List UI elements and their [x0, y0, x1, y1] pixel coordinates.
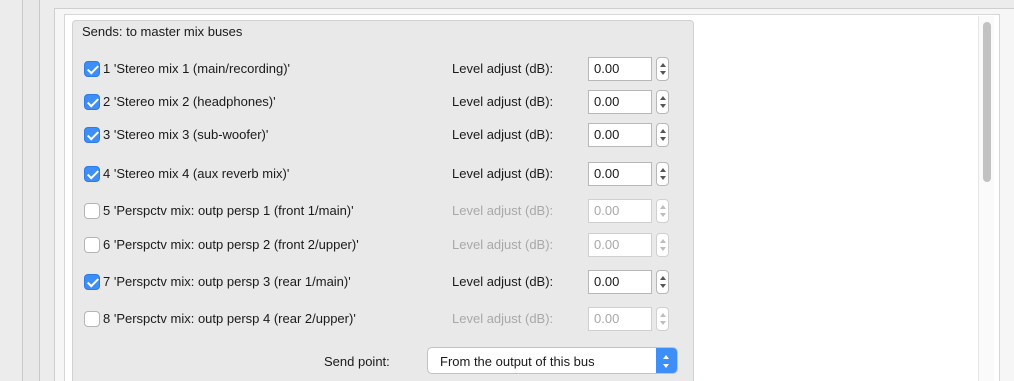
level-stepper[interactable] — [656, 123, 669, 147]
chevron-updown-icon[interactable] — [656, 348, 677, 373]
level-adjust-label: Level adjust (dB): — [452, 237, 554, 252]
send-row: 4 'Stereo mix 4 (aux reverb mix)' Level … — [84, 162, 684, 186]
left-sidebar-rail — [22, 0, 40, 381]
level-stepper[interactable] — [656, 57, 669, 81]
level-adjust-label: Level adjust (dB): — [452, 274, 554, 289]
send-point-label: Send point: — [324, 354, 390, 369]
level-adjust-label: Level adjust (dB): — [452, 311, 554, 326]
sends-group-title: Sends: to master mix buses — [82, 24, 243, 39]
level-stepper[interactable] — [656, 233, 669, 257]
level-adjust-label: Level adjust (dB): — [452, 203, 554, 218]
send-bus-label: 4 'Stereo mix 4 (aux reverb mix)' — [103, 166, 290, 181]
send-enable-checkbox[interactable] — [84, 166, 100, 182]
send-bus-label: 7 'Perspctv mix: outp persp 3 (rear 1/ma… — [103, 274, 351, 289]
level-adjust-input[interactable]: 0.00 — [588, 57, 652, 81]
send-enable-checkbox[interactable] — [84, 61, 100, 77]
level-adjust-label: Level adjust (dB): — [452, 94, 554, 109]
send-bus-label: 6 'Perspctv mix: outp persp 2 (front 2/u… — [103, 237, 359, 252]
send-bus-label: 2 'Stereo mix 2 (headphones)' — [103, 94, 276, 109]
send-bus-label: 3 'Stereo mix 3 (sub-woofer)' — [103, 127, 269, 142]
send-row: 7 'Perspctv mix: outp persp 3 (rear 1/ma… — [84, 270, 684, 294]
level-stepper[interactable] — [656, 199, 669, 223]
send-point-dropdown[interactable]: From the output of this bus — [427, 347, 678, 374]
send-bus-label: 1 'Stereo mix 1 (main/recording)' — [103, 61, 291, 76]
level-adjust-input[interactable]: 0.00 — [588, 233, 652, 257]
send-bus-label: 5 'Perspctv mix: outp persp 1 (front 1/m… — [103, 203, 354, 218]
send-enable-checkbox[interactable] — [84, 203, 100, 219]
send-row: 1 'Stereo mix 1 (main/recording)' Level … — [84, 57, 684, 81]
send-bus-label: 8 'Perspctv mix: outp persp 4 (rear 2/up… — [103, 311, 356, 326]
send-point-value: From the output of this bus — [440, 354, 595, 369]
level-stepper[interactable] — [656, 307, 669, 331]
send-row: 3 'Stereo mix 3 (sub-woofer)' Level adju… — [84, 123, 684, 147]
scrollbar-thumb[interactable] — [983, 22, 991, 182]
send-enable-checkbox[interactable] — [84, 237, 100, 253]
send-enable-checkbox[interactable] — [84, 127, 100, 143]
level-stepper[interactable] — [656, 270, 669, 294]
send-row: 8 'Perspctv mix: outp persp 4 (rear 2/up… — [84, 307, 684, 331]
level-stepper[interactable] — [656, 90, 669, 114]
level-adjust-input[interactable]: 0.00 — [588, 90, 652, 114]
send-enable-checkbox[interactable] — [84, 94, 100, 110]
send-row: 6 'Perspctv mix: outp persp 2 (front 2/u… — [84, 233, 684, 257]
level-stepper[interactable] — [656, 162, 669, 186]
level-adjust-input[interactable]: 0.00 — [588, 307, 652, 331]
level-adjust-input[interactable]: 0.00 — [588, 162, 652, 186]
send-row: 2 'Stereo mix 2 (headphones)' Level adju… — [84, 90, 684, 114]
send-enable-checkbox[interactable] — [84, 311, 100, 327]
level-adjust-input[interactable]: 0.00 — [588, 270, 652, 294]
send-row: 5 'Perspctv mix: outp persp 1 (front 1/m… — [84, 199, 684, 223]
level-adjust-input[interactable]: 0.00 — [588, 123, 652, 147]
level-adjust-label: Level adjust (dB): — [452, 166, 554, 181]
send-enable-checkbox[interactable] — [84, 274, 100, 290]
level-adjust-label: Level adjust (dB): — [452, 61, 554, 76]
level-adjust-label: Level adjust (dB): — [452, 127, 554, 142]
vertical-scrollbar[interactable] — [978, 16, 994, 381]
level-adjust-input[interactable]: 0.00 — [588, 199, 652, 223]
